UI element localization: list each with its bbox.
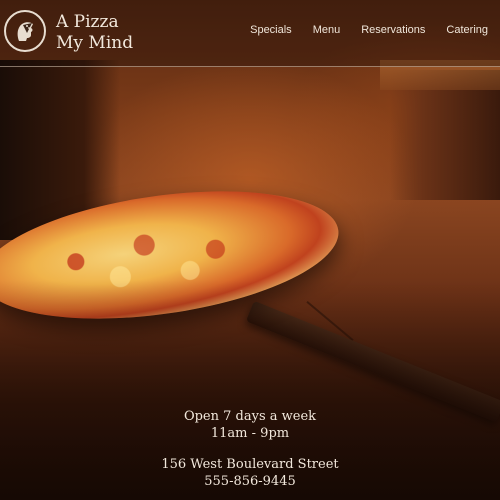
brand-line-2: My Mind bbox=[56, 33, 134, 53]
nav-link-catering[interactable]: Catering bbox=[446, 24, 488, 36]
nav-link-specials[interactable]: Specials bbox=[250, 24, 292, 36]
nav-link-reservations[interactable]: Reservations bbox=[361, 24, 425, 36]
address-text: 156 West Boulevard Street bbox=[161, 457, 339, 472]
phone-number[interactable]: 555-856-9445 bbox=[0, 473, 500, 490]
hours-days: Open 7 days a week bbox=[183, 409, 317, 424]
nav-link-menu[interactable]: Menu bbox=[313, 24, 341, 36]
pizza-slice-head-icon[interactable] bbox=[4, 10, 46, 52]
hours-times: 11am - 9pm bbox=[210, 426, 290, 441]
opening-hours: Open 7 days a week 11am - 9pm bbox=[0, 408, 500, 442]
brand-line-1: A Pizza bbox=[56, 12, 119, 32]
main-nav: Specials Menu Reservations Catering bbox=[250, 24, 488, 36]
contact-info: 156 West Boulevard Street 555-856-9445 bbox=[0, 456, 500, 490]
brand-name[interactable]: A Pizza My Mind bbox=[56, 12, 133, 54]
site-header: A Pizza My Mind Specials Menu Reservatio… bbox=[0, 0, 500, 67]
logo-svg bbox=[17, 22, 33, 41]
